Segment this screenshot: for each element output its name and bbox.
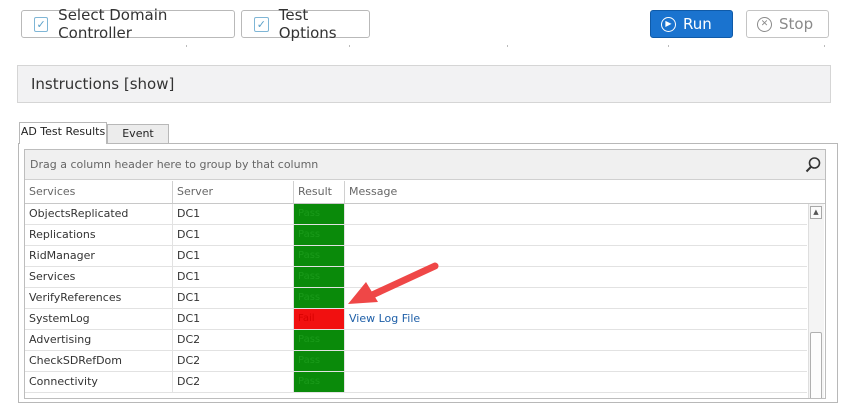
checkbox-icon: ✓ bbox=[254, 16, 269, 32]
cell-service: Connectivity bbox=[25, 372, 173, 392]
cell-server: DC1 bbox=[173, 309, 294, 329]
column-header-server[interactable]: Server bbox=[173, 181, 294, 203]
table-row[interactable]: Connectivity DC2 Pass bbox=[25, 372, 807, 393]
separator-dot bbox=[824, 45, 825, 47]
group-hint: Drag a column header here to group by th… bbox=[30, 158, 319, 171]
cell-server: DC2 bbox=[173, 330, 294, 350]
cell-service: Services bbox=[25, 267, 173, 287]
tab-label: AD Test Results bbox=[20, 125, 106, 138]
cell-message bbox=[345, 204, 807, 224]
tab-event-logs[interactable]: Event Logs bbox=[107, 124, 169, 158]
vertical-scrollbar[interactable]: ▲ bbox=[808, 204, 824, 398]
run-label: Run bbox=[683, 15, 712, 33]
scrollbar-thumb[interactable] bbox=[810, 332, 822, 398]
group-by-area[interactable]: Drag a column header here to group by th… bbox=[25, 150, 825, 180]
cell-service: SystemLog bbox=[25, 309, 173, 329]
select-domain-controller-button[interactable]: ✓ Select Domain Controller bbox=[21, 6, 235, 42]
cell-result: Pass bbox=[294, 204, 345, 224]
search-icon[interactable] bbox=[805, 156, 821, 174]
cell-result: Pass bbox=[294, 246, 345, 266]
cell-service: CheckSDRefDom bbox=[25, 351, 173, 371]
cell-server: DC1 bbox=[173, 246, 294, 266]
scroll-up-arrow-icon[interactable]: ▲ bbox=[810, 206, 822, 219]
cell-result: Pass bbox=[294, 267, 345, 287]
cell-message bbox=[345, 225, 807, 245]
column-header-label: Server bbox=[177, 185, 214, 198]
run-button[interactable]: ▶ Run bbox=[650, 10, 733, 38]
cell-result: Pass bbox=[294, 351, 345, 371]
cell-result: Fail bbox=[294, 309, 345, 329]
play-circle-icon: ▶ bbox=[661, 16, 676, 32]
table-row[interactable]: CheckSDRefDom DC2 Pass bbox=[25, 351, 807, 372]
tab-ad-test-results[interactable]: AD Test Results bbox=[19, 122, 107, 144]
checkbox-icon: ✓ bbox=[34, 16, 49, 32]
grid-header: Services Server Result Message bbox=[25, 181, 825, 204]
cell-result: Pass bbox=[294, 225, 345, 245]
test-options-label: Test Options bbox=[278, 6, 337, 42]
cell-server: DC1 bbox=[173, 267, 294, 287]
cell-result: Pass bbox=[294, 330, 345, 350]
cell-result: Pass bbox=[294, 372, 345, 392]
cell-service: VerifyReferences bbox=[25, 288, 173, 308]
column-header-result[interactable]: Result bbox=[294, 181, 345, 203]
cell-server: DC1 bbox=[173, 288, 294, 308]
close-circle-icon: ✕ bbox=[757, 16, 772, 32]
stop-button[interactable]: ✕ Stop bbox=[746, 10, 829, 38]
cell-service: ObjectsReplicated bbox=[25, 204, 173, 224]
test-options-button[interactable]: ✓ Test Options bbox=[241, 6, 370, 42]
column-header-label: Result bbox=[298, 185, 332, 198]
column-header-label: Services bbox=[29, 185, 76, 198]
cell-server: DC2 bbox=[173, 372, 294, 392]
table-row[interactable]: ObjectsReplicated DC1 Pass bbox=[25, 204, 807, 225]
separator-dot bbox=[349, 45, 350, 47]
select-domain-controller-label: Select Domain Controller bbox=[58, 6, 168, 42]
cell-service: Advertising bbox=[25, 330, 173, 350]
column-header-label: Message bbox=[349, 185, 398, 198]
table-row[interactable]: Advertising DC2 Pass bbox=[25, 330, 807, 351]
separator-dot bbox=[186, 45, 187, 47]
cell-service: Replications bbox=[25, 225, 173, 245]
cell-server: DC1 bbox=[173, 204, 294, 224]
separator-dot bbox=[668, 45, 669, 47]
cell-server: DC1 bbox=[173, 225, 294, 245]
cell-result: Pass bbox=[294, 288, 345, 308]
cell-message bbox=[345, 330, 807, 350]
stop-label: Stop bbox=[779, 15, 814, 33]
cell-message bbox=[345, 351, 807, 371]
cell-server: DC2 bbox=[173, 351, 294, 371]
cell-service: RidManager bbox=[25, 246, 173, 266]
instructions-panel[interactable]: Instructions [show] bbox=[17, 65, 831, 103]
table-row[interactable]: Replications DC1 Pass bbox=[25, 225, 807, 246]
annotation-arrow bbox=[348, 262, 439, 304]
instructions-label[interactable]: Instructions [show] bbox=[31, 75, 174, 93]
cell-message bbox=[345, 372, 807, 392]
separator-dot bbox=[507, 45, 508, 47]
column-header-message[interactable]: Message bbox=[345, 181, 807, 203]
column-header-services[interactable]: Services bbox=[25, 181, 173, 203]
